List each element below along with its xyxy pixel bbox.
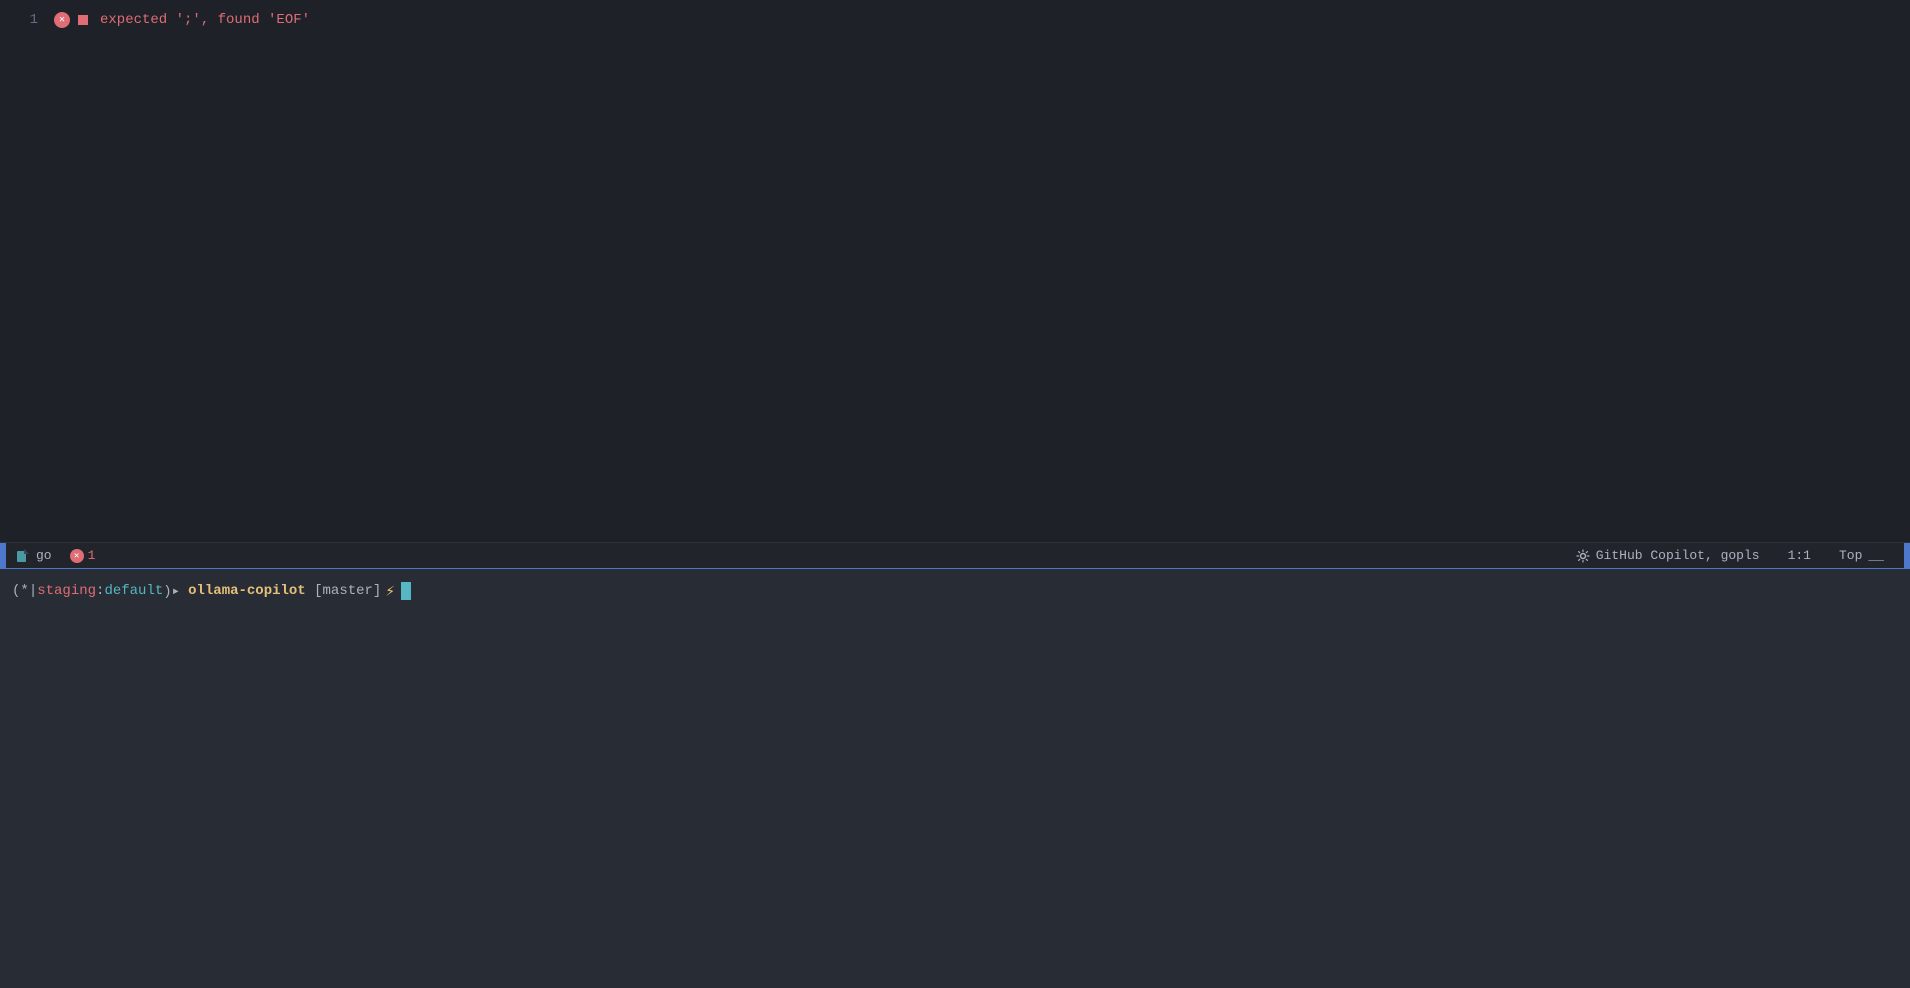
editor-content: 1 expected ';', found 'EOF': [0, 0, 1910, 542]
status-bar-left: go 1: [0, 543, 103, 568]
gear-icon: [1576, 549, 1590, 563]
terminal-pipe: |: [29, 583, 37, 599]
terminal-colon: :: [96, 583, 104, 599]
terminal-branch-label: [master]: [314, 583, 381, 599]
file-type-label: go: [36, 548, 52, 563]
cursor-position[interactable]: 1:1: [1780, 548, 1819, 563]
editor-line-1: 1 expected ';', found 'EOF': [0, 8, 1910, 32]
scroll-position[interactable]: Top __: [1831, 548, 1892, 563]
status-accent-right: [1904, 543, 1910, 568]
go-file-icon: [16, 549, 30, 563]
underscore-decoration: __: [1868, 548, 1884, 563]
terminal-close-paren-arrow: )▸: [163, 583, 180, 600]
terminal-lightning-icon: ⚡: [385, 581, 395, 601]
status-bar-right: GitHub Copilot, gopls 1:1 Top __: [1568, 543, 1910, 568]
status-error-count[interactable]: 1: [62, 548, 104, 563]
terminal-cursor: [401, 582, 411, 600]
editor-area: 1 expected ';', found 'EOF': [0, 0, 1910, 542]
copilot-status[interactable]: GitHub Copilot, gopls: [1568, 548, 1768, 563]
status-error-circle-icon: [70, 549, 84, 563]
terminal-area[interactable]: ( * | staging : default )▸ ollama-copilo…: [0, 568, 1910, 988]
scroll-position-label: Top: [1839, 548, 1862, 563]
terminal-star: *: [20, 583, 28, 599]
error-square-icon: [78, 15, 88, 25]
cursor-position-label: 1:1: [1788, 548, 1811, 563]
error-message-text: expected ';', found 'EOF': [100, 12, 310, 28]
status-file-type[interactable]: go: [6, 548, 62, 563]
copilot-label: GitHub Copilot, gopls: [1596, 548, 1760, 563]
error-circle-icon: [54, 12, 70, 28]
terminal-open-paren: (: [12, 583, 20, 599]
error-count-label: 1: [88, 548, 96, 563]
terminal-namespace: default: [104, 583, 163, 599]
status-bar: go 1 GitHub Copilot, gopls 1:1 Top __: [0, 542, 1910, 568]
terminal-branch: [306, 583, 314, 599]
terminal-context-staging: staging: [37, 583, 96, 599]
line-number-1: 1: [8, 12, 38, 28]
terminal-project-name: ollama-copilot: [188, 583, 306, 599]
terminal-prompt-line: ( * | staging : default )▸ ollama-copilo…: [12, 577, 1898, 605]
